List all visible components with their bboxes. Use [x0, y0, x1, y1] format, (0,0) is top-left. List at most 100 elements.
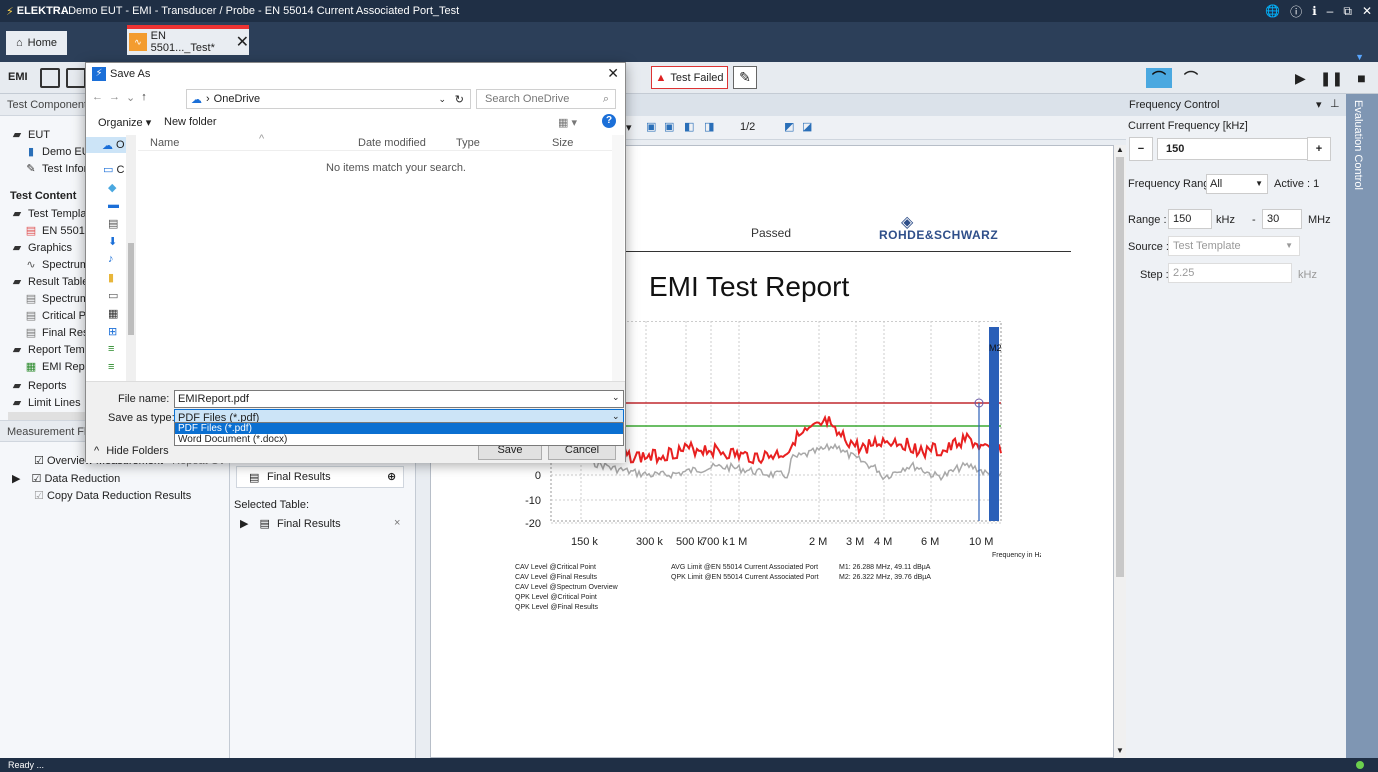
col-name[interactable]: Name	[150, 137, 179, 149]
flow-item-copy[interactable]: ☑ Copy Data Reduction Results	[34, 489, 191, 502]
nav-scrollbar[interactable]	[126, 135, 136, 381]
tree-item[interactable]: ▰ Report Temp	[10, 342, 91, 359]
evaluation-control-strip[interactable]	[1346, 94, 1378, 758]
next-page-icon[interactable]: ◨	[704, 120, 714, 133]
col-date[interactable]: Date modified	[358, 137, 426, 149]
desktop-icon[interactable]: ▬	[108, 199, 119, 211]
organize-button[interactable]: Organize ▾	[98, 116, 151, 129]
expand-arrow-icon[interactable]: ▶	[12, 473, 20, 485]
tree-item[interactable]: ▤ Critical Pc	[24, 308, 92, 325]
tree-item[interactable]: ▰ Graphics	[10, 240, 72, 257]
range-end-input[interactable]: 30	[1262, 209, 1302, 229]
network-icon[interactable]: ≡	[108, 343, 114, 355]
downloads-icon[interactable]: ⬇	[108, 235, 117, 248]
tree-item[interactable]: ▦ EMI Repo	[24, 359, 91, 376]
chevron-down-icon[interactable]: ▾	[1316, 98, 1322, 111]
tree-item[interactable]: ▮ Demo EU	[24, 144, 90, 161]
current-freq-input[interactable]: 150	[1157, 138, 1309, 160]
increment-button[interactable]: +	[1307, 137, 1331, 161]
3d-objects-icon[interactable]: ◆	[108, 181, 116, 194]
scroll-down-icon[interactable]: ▼	[1116, 746, 1124, 755]
back-icon[interactable]: ←	[92, 91, 103, 104]
globe-icon[interactable]: 🌐	[1265, 4, 1280, 18]
dialog-close-icon[interactable]: ✕	[607, 65, 619, 82]
edit-button[interactable]: ✎	[733, 66, 757, 89]
tree-item[interactable]: ▰ EUT	[10, 127, 50, 144]
option-docx[interactable]: Word Document (*.docx)	[175, 434, 623, 445]
add-icon[interactable]: ⊕	[387, 470, 396, 483]
step-input[interactable]: 2.25	[1168, 263, 1292, 283]
stop-icon[interactable]: ■	[1357, 70, 1365, 87]
tree-item[interactable]: Test Content	[10, 188, 76, 205]
first-page-icon[interactable]: ◩	[784, 120, 794, 133]
file-list-scrollbar[interactable]	[612, 135, 624, 381]
checkbox-icon[interactable]: ☑	[34, 455, 44, 467]
search-input[interactable]: Search OneDrive ⌕	[476, 89, 616, 109]
checkbox-icon[interactable]: ☑	[34, 490, 44, 502]
minimize-button[interactable]: –	[1327, 4, 1334, 18]
col-type[interactable]: Type	[456, 137, 480, 149]
up-icon[interactable]: ↑	[141, 91, 147, 104]
play-icon[interactable]: ▶	[1295, 70, 1306, 87]
music-icon[interactable]: ♪	[108, 253, 114, 265]
pin-icon[interactable]: ⊥	[1330, 97, 1340, 110]
new-folder-button[interactable]: New folder	[164, 116, 217, 128]
test-failed-button[interactable]: ▲ Test Failed	[651, 66, 728, 89]
forward-icon[interactable]: →	[109, 91, 120, 104]
selected-table-item[interactable]: ▶ ▤ Final Results ×	[240, 517, 400, 530]
viewer-scrollbar[interactable]: ▲ ▼	[1114, 145, 1126, 758]
col-size[interactable]: Size	[552, 137, 573, 149]
address-bar[interactable]: ☁ › OneDrive ⌄ ↻	[186, 89, 471, 109]
hide-folders-button[interactable]: ^ Hide Folders	[94, 445, 169, 457]
tree-item[interactable]: ▤ Spectrum	[24, 291, 89, 308]
refresh-icon[interactable]: ↻	[455, 93, 464, 106]
last-page-icon[interactable]: ◪	[802, 120, 812, 133]
tab-document[interactable]: ∿ EN 5501..._Test* ✕	[127, 25, 249, 55]
chevron-down-icon[interactable]: ⌄	[612, 411, 620, 422]
expand-arrow-icon[interactable]: ▶	[240, 518, 248, 530]
tab-home[interactable]: ⌂ Home	[6, 31, 67, 55]
chevron-down-icon[interactable]: ⌄	[126, 91, 135, 104]
chevron-down-icon[interactable]: ⌄	[438, 94, 446, 105]
remove-icon[interactable]: ×	[394, 517, 400, 529]
this-pc-icon[interactable]: ▭ C	[103, 163, 124, 176]
tree-item[interactable]: ▰ Reports	[10, 378, 67, 395]
drive-icon[interactable]: ▦	[108, 307, 118, 320]
tree-item[interactable]: ▤ Final Resu	[24, 325, 95, 342]
chevron-down-icon[interactable]: ⌄	[612, 392, 620, 403]
tree-item[interactable]: ∿ Spectrum	[24, 257, 89, 274]
scroll-thumb[interactable]	[1116, 157, 1124, 577]
range-start-input[interactable]: 150	[1168, 209, 1212, 229]
nav-scroll-thumb[interactable]	[128, 243, 134, 335]
flow-item-data-reduction[interactable]: ▶ ☑ Data Reduction	[12, 472, 120, 485]
checkbox-icon[interactable]: ☑	[32, 473, 42, 485]
fit-page-icon[interactable]: ▣	[646, 120, 656, 133]
freq-range-select[interactable]: All ▼	[1206, 174, 1268, 194]
fit-width-icon[interactable]: ▣	[664, 120, 674, 133]
tree-item[interactable]: ▰ Limit Lines	[10, 395, 81, 412]
close-button[interactable]: ✕	[1362, 4, 1372, 18]
tree-item[interactable]: ▰ Test Templat	[10, 206, 90, 223]
decrement-button[interactable]: −	[1129, 137, 1153, 161]
help-icon[interactable]: ?	[602, 114, 616, 128]
info-icon[interactable]: ℹ	[1312, 4, 1317, 18]
option-pdf[interactable]: PDF Files (*.pdf)	[175, 423, 623, 434]
view-icon[interactable]: ▦ ▾	[558, 116, 577, 129]
save-as-icon[interactable]	[66, 68, 86, 88]
documents-icon[interactable]: ▤	[108, 217, 118, 230]
network-icon[interactable]: ≡	[108, 361, 114, 373]
chevron-down-icon[interactable]: ▾	[626, 121, 632, 134]
videos-icon[interactable]: ▭	[108, 289, 118, 302]
prev-page-icon[interactable]: ◧	[684, 120, 694, 133]
close-tab-icon[interactable]: ✕	[236, 32, 249, 52]
chevron-down-icon[interactable]: ▼	[1355, 52, 1364, 62]
pictures-icon[interactable]: ▮	[108, 271, 114, 284]
scroll-up-icon[interactable]: ▲	[1116, 145, 1124, 154]
help-icon[interactable]: ⓘ	[1290, 3, 1302, 20]
tree-item[interactable]: ▰ Result Tables	[10, 274, 94, 291]
restore-button[interactable]: ⧉	[1343, 4, 1352, 19]
final-results-item[interactable]: ▤ Final Results ⊕	[236, 466, 404, 488]
save-icon[interactable]	[40, 68, 60, 88]
probe-alt-icon[interactable]: ⌒	[1178, 68, 1204, 88]
network-drive-icon[interactable]: ⊞	[108, 325, 117, 338]
